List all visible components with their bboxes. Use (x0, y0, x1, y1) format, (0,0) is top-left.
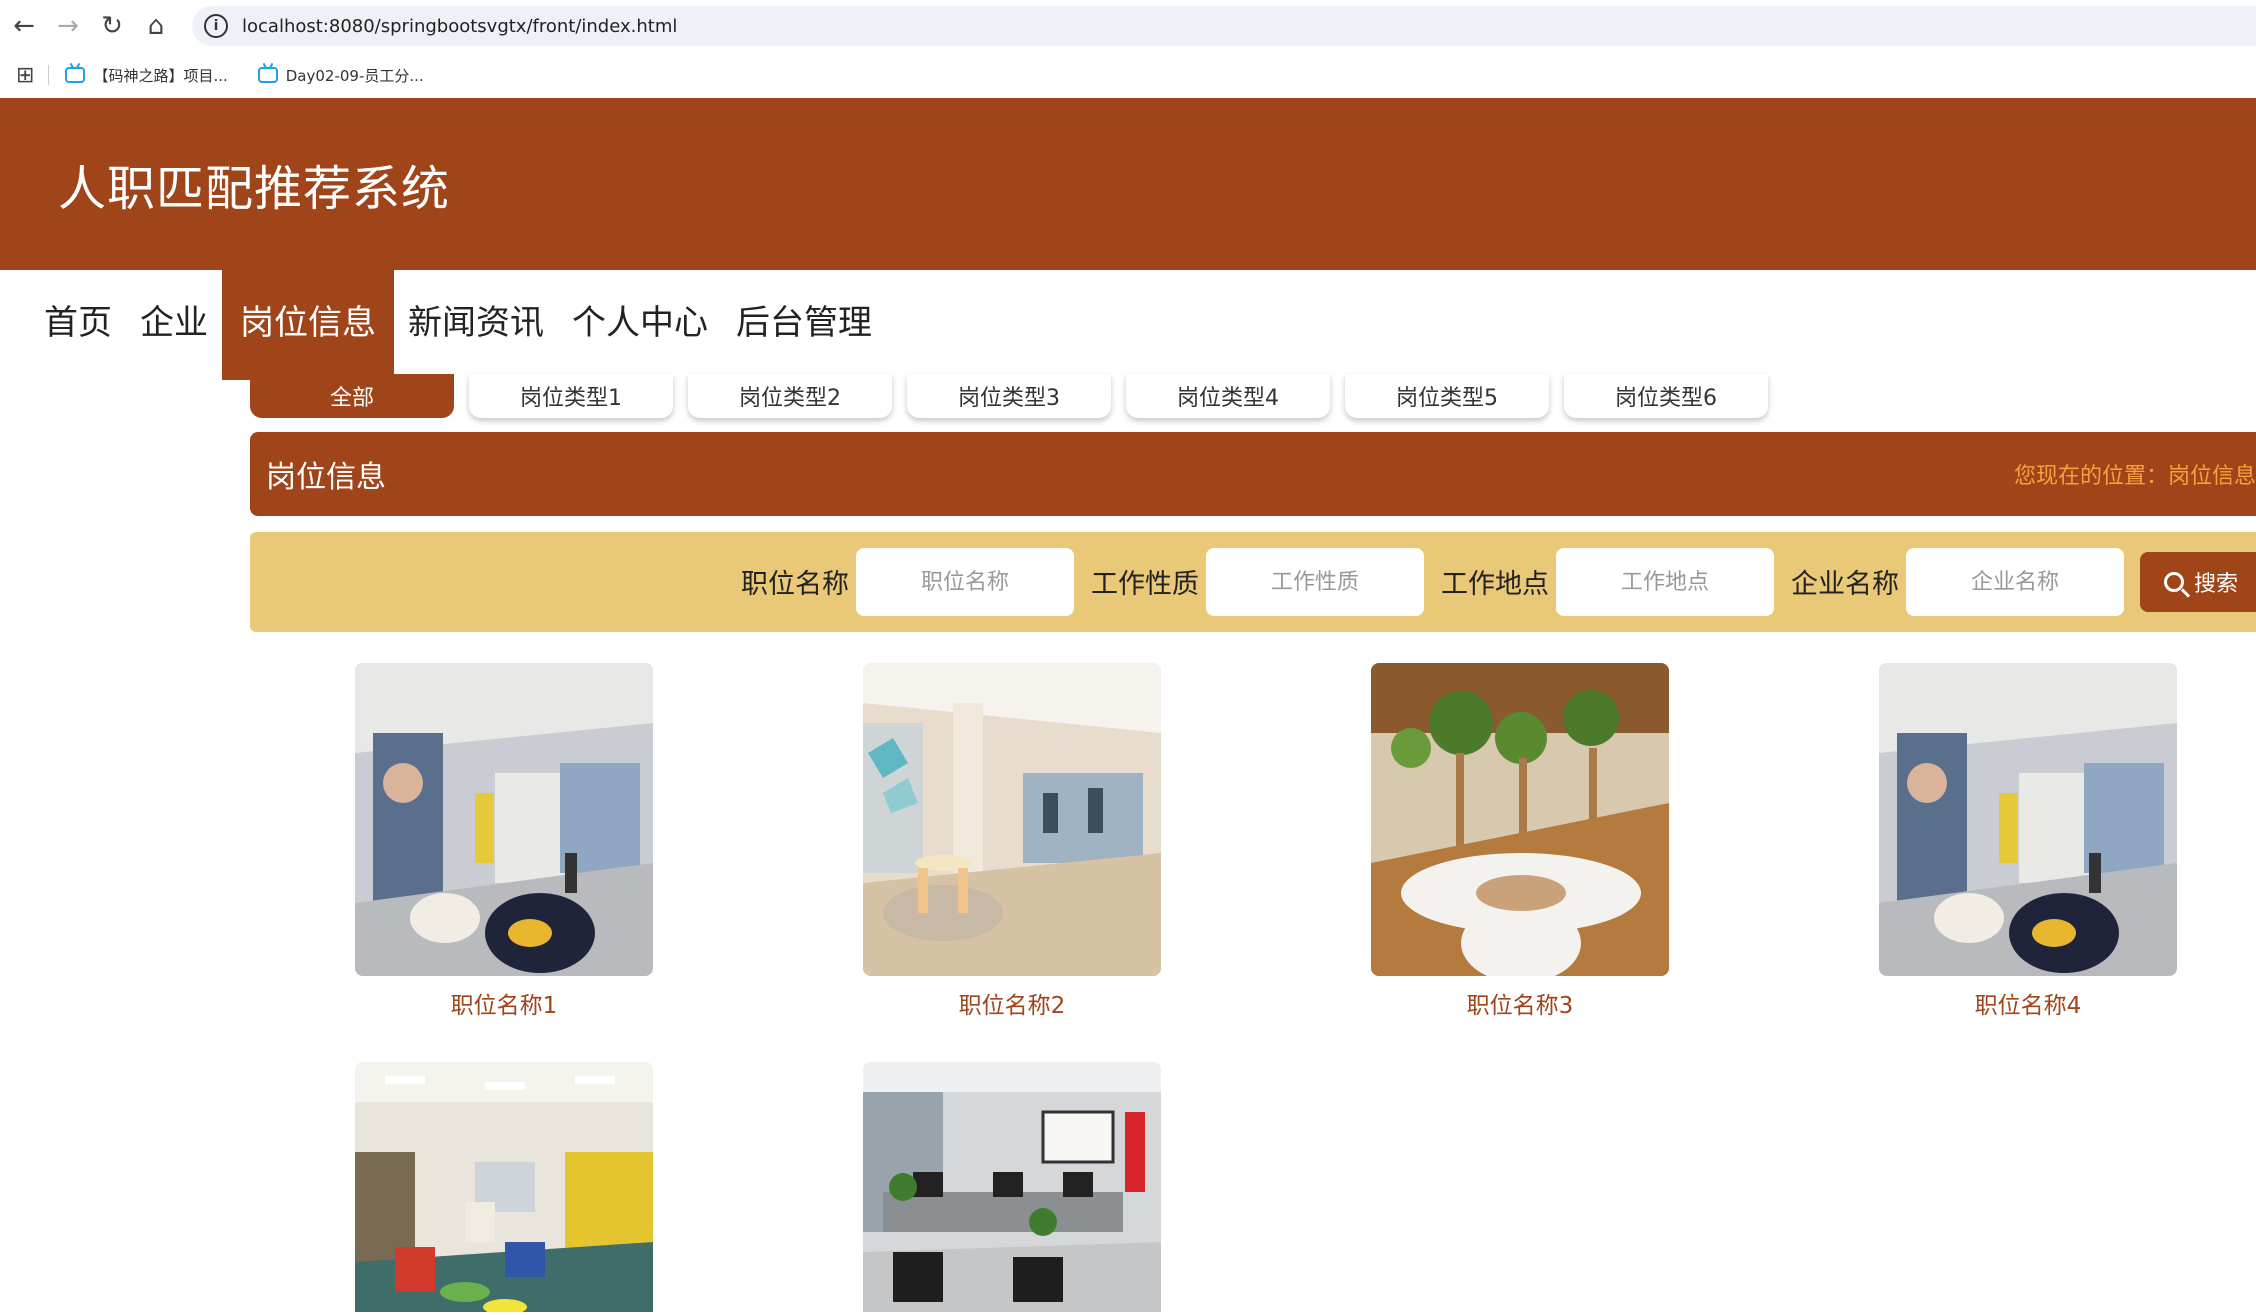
job-card[interactable]: 职位名称2 (863, 663, 1161, 1020)
category-tabs: 全部 岗位类型1 岗位类型2 岗位类型3 岗位类型4 岗位类型5 岗位类型6 (250, 374, 1783, 418)
site-info-icon[interactable]: i (204, 14, 228, 38)
job-name[interactable]: 职位名称3 (1371, 986, 1669, 1020)
nav-label: 企业 (140, 302, 208, 343)
nav-item-jobs[interactable]: 岗位信息 (222, 270, 394, 380)
search-label-nature: 工作性质 (1091, 569, 1199, 600)
search-bar: 职位名称 工作性质 工作地点 企业名称 搜索 (250, 532, 2256, 632)
bilibili-icon (65, 67, 86, 83)
job-image (863, 1062, 1161, 1312)
section-title: 岗位信息 (266, 460, 386, 495)
job-name[interactable]: 职位名称2 (863, 986, 1161, 1020)
bookmarks-bar: ⊞ 【码神之路】项目... Day02-09-员工分... (0, 52, 2256, 98)
forward-icon[interactable]: → (46, 4, 90, 48)
apps-grid-icon[interactable]: ⊞ (16, 63, 34, 88)
category-tab-all[interactable]: 全部 (250, 374, 454, 418)
job-image (1371, 663, 1669, 976)
category-tab[interactable]: 岗位类型3 (907, 374, 1111, 418)
nav-item-news[interactable]: 新闻资讯 (394, 270, 558, 380)
job-card[interactable]: 职位名称3 (1371, 663, 1669, 1020)
bookmark-label: 【码神之路】项目... (93, 66, 228, 85)
search-input-company[interactable] (1906, 548, 2124, 616)
category-tab[interactable]: 岗位类型6 (1564, 374, 1768, 418)
search-label-company: 企业名称 (1791, 569, 1899, 600)
category-tab[interactable]: 岗位类型2 (688, 374, 892, 418)
site-title: 人职匹配推荐系统 (58, 161, 451, 217)
nav-item-profile[interactable]: 个人中心 (558, 270, 722, 380)
bookmark-item[interactable]: Day02-09-员工分... (257, 65, 424, 86)
section-header: 岗位信息 您现在的位置：岗位信息 (250, 432, 2256, 516)
category-tab[interactable]: 岗位类型5 (1345, 374, 1549, 418)
address-bar[interactable]: i localhost:8080/springbootsvgtx/front/i… (192, 6, 2256, 46)
search-input-location[interactable] (1556, 548, 1774, 616)
search-input-title[interactable] (856, 548, 1074, 616)
bookmarks-divider (48, 65, 50, 85)
job-image (1879, 663, 2177, 976)
job-name[interactable]: 职位名称1 (355, 986, 653, 1020)
reload-icon[interactable]: ↻ (90, 4, 134, 48)
site-header: 人职匹配推荐系统 (0, 98, 2256, 270)
nav-label: 后台管理 (736, 302, 872, 343)
nav-label: 新闻资讯 (408, 302, 544, 343)
nav-item-home[interactable]: 首页 (30, 270, 126, 380)
search-icon (2164, 572, 2184, 592)
nav-item-company[interactable]: 企业 (126, 270, 222, 380)
url-text[interactable]: localhost:8080/springbootsvgtx/front/ind… (242, 16, 677, 37)
job-card[interactable]: 职位名称1 (355, 663, 653, 1020)
category-tab[interactable]: 岗位类型1 (469, 374, 673, 418)
search-label-location: 工作地点 (1441, 569, 1549, 600)
breadcrumb: 您现在的位置：岗位信息 (2013, 464, 2256, 489)
job-card[interactable]: 职位名称4 (1879, 663, 2177, 1020)
nav-label: 首页 (44, 302, 112, 343)
job-image (355, 1062, 653, 1312)
bookmark-item[interactable]: 【码神之路】项目... (65, 65, 228, 86)
search-input-nature[interactable] (1206, 548, 1424, 616)
search-button[interactable]: 搜索 (2140, 552, 2256, 612)
bookmark-label: Day02-09-员工分... (285, 66, 424, 85)
nav-item-admin[interactable]: 后台管理 (722, 270, 886, 380)
job-card[interactable] (863, 1062, 1161, 1312)
nav-label: 个人中心 (572, 302, 708, 343)
job-card[interactable] (355, 1062, 653, 1312)
bilibili-icon (257, 67, 278, 83)
browser-toolbar: ← → ↻ ⌂ i localhost:8080/springbootsvgtx… (0, 0, 2256, 52)
job-image (863, 663, 1161, 976)
search-label-title: 职位名称 (741, 569, 849, 600)
job-image (355, 663, 653, 976)
home-icon[interactable]: ⌂ (134, 4, 178, 48)
nav-label: 岗位信息 (240, 302, 376, 343)
back-icon[interactable]: ← (2, 4, 46, 48)
category-tab[interactable]: 岗位类型4 (1126, 374, 1330, 418)
main-nav: 首页 企业 岗位信息 新闻资讯 个人中心 后台管理 (30, 270, 886, 380)
search-button-label: 搜索 (2194, 572, 2239, 597)
job-name[interactable]: 职位名称4 (1879, 986, 2177, 1020)
